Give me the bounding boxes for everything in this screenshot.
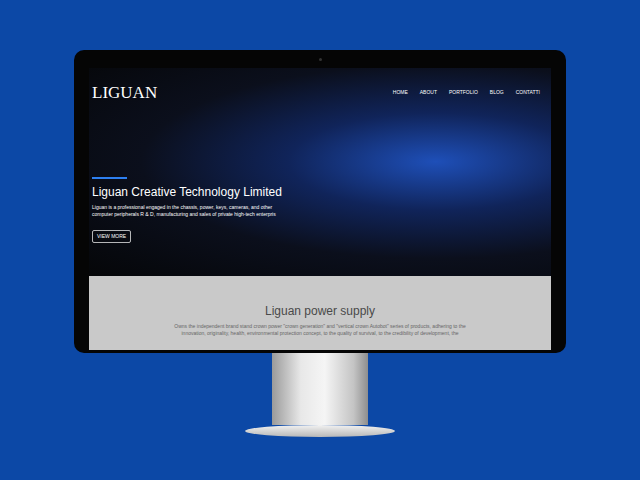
mockup-background: LIGUAN HOME ABOUT PORTFOLIO BLOG CONTATTI Ligu…: [0, 0, 640, 480]
monitor-stand: [272, 353, 368, 425]
nav-item[interactable]: PORTFOLIO: [449, 90, 478, 95]
nav-item[interactable]: CONTATTI: [516, 90, 540, 95]
camera-icon: [319, 58, 322, 61]
hero-title: Liguan Creative Technology Limited: [92, 185, 548, 200]
hero-description: Liguan is a professional engaged in the …: [92, 204, 548, 218]
nav-item[interactable]: BLOG: [490, 90, 504, 95]
content-section: Liguan power supply Owns the independent …: [89, 276, 551, 350]
section-text: Owns the independent brand stand crown p…: [174, 323, 465, 337]
view-more-button[interactable]: VIEW MORE: [92, 230, 131, 243]
monitor-base: [245, 425, 395, 437]
nav-item[interactable]: HOME: [393, 90, 408, 95]
nav: HOME ABOUT PORTFOLIO BLOG CONTATTI: [393, 90, 548, 95]
nav-item[interactable]: ABOUT: [420, 90, 437, 95]
hero-content: Liguan Creative Technology Limited Liguan…: [92, 177, 548, 243]
section-heading: Liguan power supply: [265, 304, 375, 319]
accent-line: [92, 177, 127, 179]
screen: LIGUAN HOME ABOUT PORTFOLIO BLOG CONTATTI Ligu…: [89, 68, 551, 350]
header: LIGUAN HOME ABOUT PORTFOLIO BLOG CONTATTI: [92, 68, 548, 101]
hero: LIGUAN HOME ABOUT PORTFOLIO BLOG CONTATTI Ligu…: [89, 68, 551, 276]
monitor: LIGUAN HOME ABOUT PORTFOLIO BLOG CONTATTI Ligu…: [74, 50, 566, 353]
logo[interactable]: LIGUAN: [92, 84, 157, 101]
